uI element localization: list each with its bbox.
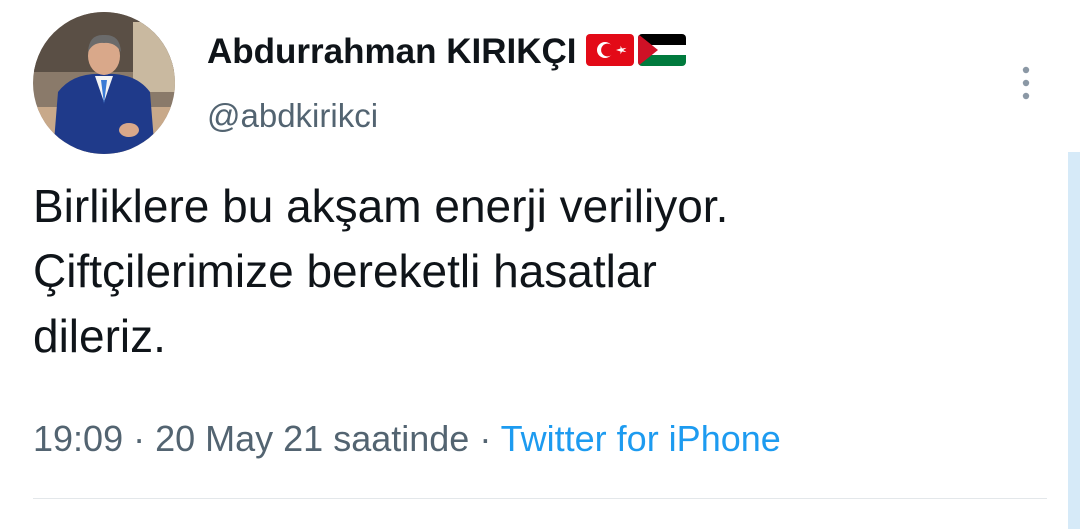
- turkey-flag-icon: [586, 33, 635, 71]
- meta-separator: ·: [123, 418, 156, 459]
- divider: [33, 498, 1047, 499]
- tweet-meta: 19:09 · 20 May 21 saatinde · Twitter for…: [33, 418, 781, 460]
- tweet-source-link[interactable]: Twitter for iPhone: [501, 418, 781, 459]
- tweet-text-line: dileriz.: [33, 310, 166, 362]
- avatar[interactable]: [33, 12, 175, 154]
- palestine-flag-icon: [638, 33, 687, 71]
- scrollbar[interactable]: [1068, 152, 1080, 529]
- tweet-date[interactable]: 20 May 21 saatinde: [155, 418, 469, 459]
- meta-separator: ·: [469, 418, 501, 459]
- tweet-card: Abdurrahman KIRIKÇI @abdkirikci Birlikle…: [0, 0, 1080, 529]
- tweet-time[interactable]: 19:09: [33, 418, 123, 459]
- tweet-text: Birliklere bu akşam enerji veriliyor. Çi…: [33, 174, 993, 369]
- more-options-icon[interactable]: [1014, 63, 1038, 103]
- author-name-row: Abdurrahman KIRIKÇI: [207, 28, 687, 76]
- author-handle[interactable]: @abdkirikci: [207, 97, 378, 135]
- profile-photo-icon: [33, 12, 175, 154]
- tweet-text-line: Çiftçilerimize bereketli hasatlar: [33, 245, 657, 297]
- tweet-text-line: Birliklere bu akşam enerji veriliyor.: [33, 180, 729, 232]
- display-name[interactable]: Abdurrahman KIRIKÇI: [207, 32, 576, 72]
